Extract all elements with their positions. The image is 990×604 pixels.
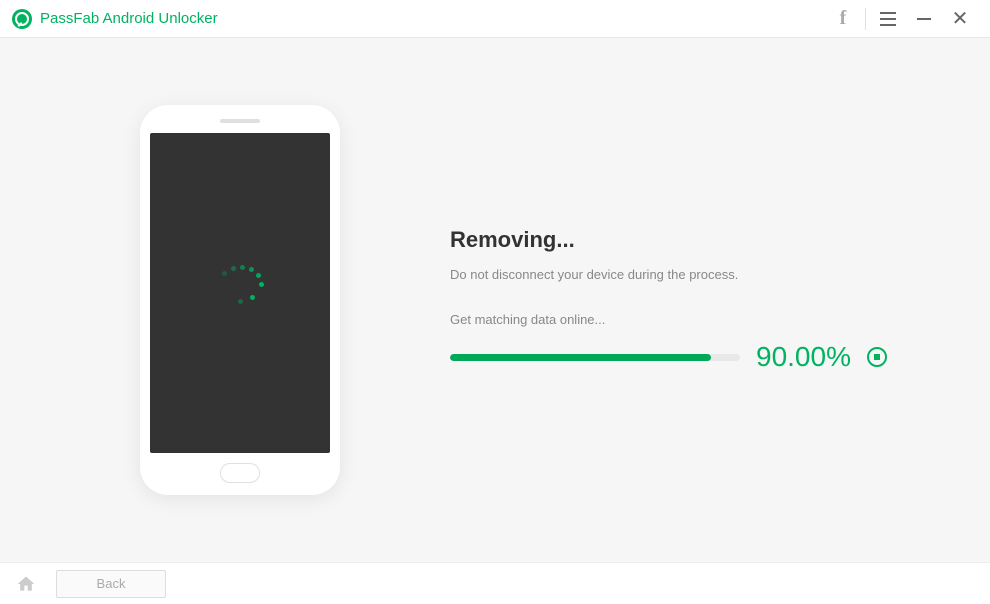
home-icon bbox=[16, 574, 36, 594]
menu-button[interactable] bbox=[870, 1, 906, 37]
status-text: Get matching data online... bbox=[450, 312, 950, 327]
titlebar-controls: f ✕ bbox=[825, 1, 978, 37]
phone-home-button bbox=[220, 463, 260, 483]
divider bbox=[865, 8, 866, 30]
heading: Removing... bbox=[450, 227, 950, 253]
facebook-icon: f bbox=[840, 7, 847, 30]
hamburger-icon bbox=[880, 12, 896, 26]
phone-speaker bbox=[220, 119, 260, 123]
progress-panel: Removing... Do not disconnect your devic… bbox=[450, 227, 950, 373]
back-button[interactable]: Back bbox=[56, 570, 166, 598]
stop-button[interactable] bbox=[867, 347, 887, 367]
minimize-button[interactable] bbox=[906, 1, 942, 37]
warning-text: Do not disconnect your device during the… bbox=[450, 267, 950, 282]
close-icon: ✕ bbox=[952, 9, 969, 29]
footer: Back bbox=[0, 562, 990, 604]
loading-spinner-icon bbox=[212, 265, 268, 321]
progress-fill bbox=[450, 354, 711, 361]
app-logo-icon bbox=[12, 9, 32, 29]
phone-mockup bbox=[140, 105, 340, 495]
titlebar: PassFab Android Unlocker f ✕ bbox=[0, 0, 990, 38]
main-content: Removing... Do not disconnect your devic… bbox=[0, 38, 990, 562]
facebook-button[interactable]: f bbox=[825, 1, 861, 37]
app-title: PassFab Android Unlocker bbox=[40, 10, 218, 27]
percent-label: 90.00% bbox=[756, 341, 851, 373]
minimize-icon bbox=[917, 18, 931, 20]
progress-row: 90.00% bbox=[450, 341, 950, 373]
home-button[interactable] bbox=[12, 570, 40, 598]
phone-screen bbox=[150, 133, 330, 453]
close-button[interactable]: ✕ bbox=[942, 1, 978, 37]
progress-bar bbox=[450, 354, 740, 361]
back-button-label: Back bbox=[97, 576, 126, 591]
